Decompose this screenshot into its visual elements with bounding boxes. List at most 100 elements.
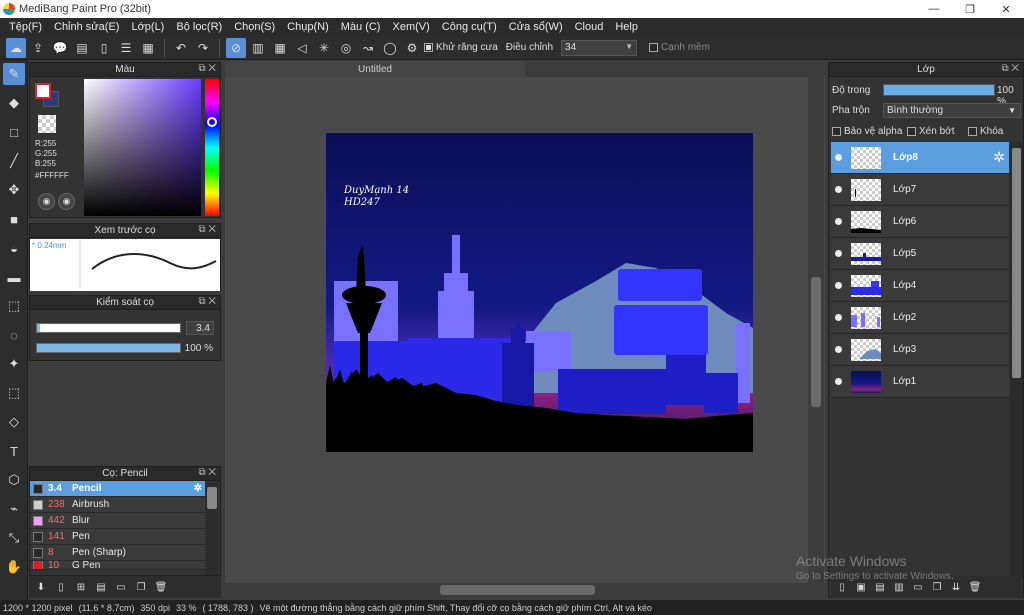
gear-icon[interactable]: ✲ (993, 149, 1005, 166)
panel-float-icon[interactable]: ⧉ ✕ (198, 63, 216, 74)
snap-ellipse-icon[interactable]: ◯ (380, 38, 400, 58)
layer-row[interactable]: Lớp2 (831, 302, 1009, 334)
saturation-value-picker[interactable] (84, 79, 201, 216)
menu-tools[interactable]: Công cụ(T) (436, 21, 503, 33)
menu-filter[interactable]: Bộ lọc(R) (170, 21, 228, 33)
layer-row[interactable]: Lớp7 (831, 174, 1009, 206)
hex-value[interactable]: #FFFFFF (35, 171, 69, 180)
snap-circle-icon[interactable]: ◎ (336, 38, 356, 58)
visibility-icon[interactable] (835, 218, 842, 225)
menu-file[interactable]: Tệp(F) (3, 21, 48, 33)
new-brush-icon[interactable]: ▯ (53, 579, 69, 595)
menu-view[interactable]: Xem(V) (386, 21, 435, 33)
brush-item[interactable]: 3.4 Pencil ✲ (30, 481, 205, 497)
visibility-icon[interactable] (835, 154, 842, 161)
brush-size-value[interactable]: 3.4 (186, 321, 214, 335)
navigator-tool-icon[interactable]: ⤡ (3, 527, 25, 549)
foreground-color-swatch[interactable] (35, 83, 51, 99)
snap-perspective-icon[interactable]: ◁ (292, 38, 312, 58)
brush-size-slider[interactable] (36, 323, 181, 333)
visibility-icon[interactable] (835, 378, 842, 385)
upload-icon[interactable]: ⇪ (28, 38, 48, 58)
menu-edit[interactable]: Chỉnh sửa(E) (48, 21, 125, 33)
antialias-checkbox[interactable]: Khử răng cưa (424, 42, 498, 53)
brush-tool-icon[interactable]: ✎ (3, 63, 25, 85)
palette-icon[interactable]: ◉ (38, 193, 55, 210)
line-tool-icon[interactable]: ╱ (3, 150, 25, 172)
brush-item[interactable]: 8 Pen (Sharp) (30, 545, 205, 561)
transparent-color-swatch[interactable] (38, 115, 56, 133)
layer-opacity-slider[interactable] (883, 84, 995, 96)
snap-settings-icon[interactable]: ⚙ (402, 38, 422, 58)
clipping-check-icon[interactable] (907, 127, 916, 136)
soft-edge-checkbox[interactable]: Cạnh mềm (649, 42, 710, 53)
antialias-check-icon[interactable] (424, 43, 433, 52)
magic-wand-icon[interactable]: ✦ (3, 353, 25, 375)
select-eraser-icon[interactable]: ◇ (3, 411, 25, 433)
trash-icon[interactable]: 🗑 (153, 579, 169, 595)
lasso-tool-icon[interactable]: ◌ (3, 324, 25, 346)
brush-item[interactable]: 442 Blur (30, 513, 205, 529)
add-brush-icon[interactable]: ⊞ (73, 579, 89, 595)
minimize-button[interactable]: — (916, 0, 952, 18)
menu-select[interactable]: Chọn(S) (228, 21, 281, 33)
layer-row[interactable]: Lớp4 (831, 270, 1009, 302)
layer-row[interactable]: Lớp3 (831, 334, 1009, 366)
visibility-icon[interactable] (835, 282, 842, 289)
gear-icon[interactable]: ✲ (194, 483, 202, 494)
snap-parallel-icon[interactable]: ▥ (248, 38, 268, 58)
divide-tool-icon[interactable]: ⬡ (3, 469, 25, 491)
snap-radial-icon[interactable]: ✳ (314, 38, 334, 58)
menu-window[interactable]: Cửa sổ(W) (503, 21, 569, 33)
dot-tool-icon[interactable]: □ (3, 121, 25, 143)
brush-item[interactable]: 141 Pen (30, 529, 205, 545)
gradient-tool-icon[interactable]: ▬ (3, 266, 25, 288)
menu-snap[interactable]: Chụp(N) (281, 21, 335, 33)
color-palette-add-icon[interactable]: ◉ (58, 193, 75, 210)
drawing-canvas[interactable]: DuyMạnh 14 HD247 (326, 133, 753, 452)
protect-alpha-check-icon[interactable] (832, 127, 841, 136)
undo-icon[interactable]: ↶ (171, 38, 191, 58)
layer-row[interactable]: Lớp1 (831, 366, 1009, 398)
move-tool-icon[interactable]: ✥ (3, 179, 25, 201)
eyedropper-tool-icon[interactable]: ⌁ (3, 498, 25, 520)
snap-off-icon[interactable]: ⊘ (226, 37, 246, 58)
layer-list-scrollbar[interactable] (1010, 142, 1023, 577)
canvas-horizontal-scrollbar[interactable] (225, 583, 825, 597)
visibility-icon[interactable] (835, 346, 842, 353)
text-tool-icon[interactable]: T (3, 440, 25, 462)
protect-alpha-checkbox[interactable]: Bảo vệ alpha (832, 126, 902, 137)
folder-icon[interactable]: ▭ (113, 579, 129, 595)
correction-select[interactable]: 34 ▼ (561, 39, 638, 56)
clipping-checkbox[interactable]: Xén bớt (907, 126, 954, 137)
visibility-icon[interactable] (835, 250, 842, 257)
canvas-vertical-scrollbar[interactable] (808, 77, 824, 583)
menu-help[interactable]: Help (609, 21, 644, 33)
brush-item[interactable]: 238 Airbrush (30, 497, 205, 513)
visibility-icon[interactable] (835, 314, 842, 321)
cloud-download-icon[interactable]: ⬇ (33, 579, 49, 595)
lock-checkbox[interactable]: Khóa (968, 126, 1003, 137)
brush-opacity-slider[interactable] (36, 343, 181, 353)
select-pen-icon[interactable]: ⬚ (3, 382, 25, 404)
brush-list-scrollbar[interactable] (206, 483, 218, 575)
cloud-icon[interactable]: ☁ (6, 37, 26, 58)
close-button[interactable]: ✕ (988, 0, 1024, 18)
redo-icon[interactable]: ↷ (193, 38, 213, 58)
layer-row[interactable]: Lớp8 ✲ (831, 142, 1009, 174)
panel-float-icon[interactable]: ⧉ ✕ (198, 296, 216, 307)
fill-tool-icon[interactable]: ◒ (3, 237, 25, 259)
panel-icon[interactable]: ▤ (72, 38, 92, 58)
list-icon[interactable]: ☰ (116, 38, 136, 58)
maximize-button[interactable]: ❐ (952, 0, 988, 18)
page-icon[interactable]: ▯ (94, 38, 114, 58)
hue-handle[interactable] (207, 117, 217, 127)
menu-cloud[interactable]: Cloud (569, 21, 610, 33)
menu-color[interactable]: Màu (C) (335, 21, 387, 33)
menu-layer[interactable]: Lớp(L) (125, 21, 170, 33)
trash-icon[interactable]: 🗑 (967, 579, 983, 595)
comment-icon[interactable]: 💬 (50, 38, 70, 58)
copy-icon[interactable]: ❐ (133, 579, 149, 595)
select-tool-icon[interactable]: ⬚ (3, 295, 25, 317)
snap-grid-icon[interactable]: ▦ (270, 38, 290, 58)
